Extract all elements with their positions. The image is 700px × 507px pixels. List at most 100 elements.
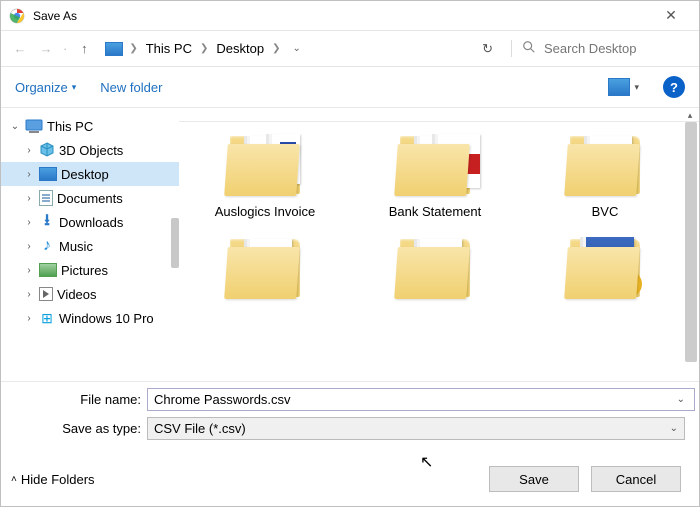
up-button[interactable]: ↑ (73, 38, 95, 60)
pictures-icon (39, 263, 57, 277)
folder-caption: Auslogics Invoice (215, 204, 315, 219)
folder-icon: PDF PDF (390, 130, 480, 200)
breadcrumb[interactable]: ❯ This PC ❯ Desktop ❯ ⌄ (105, 39, 470, 58)
hide-folders-button[interactable]: ˄ Hide Folders (11, 472, 95, 487)
folder-item[interactable]: PDF (195, 233, 335, 307)
filename-row: File name: ⌄ (55, 388, 685, 411)
breadcrumb-desktop[interactable]: Desktop (214, 39, 266, 58)
dialog-title: Save As (33, 9, 651, 23)
refresh-button[interactable]: ↻ (482, 41, 493, 57)
chevron-down-icon: ▾ (72, 82, 77, 93)
chevron-right-icon: ❯ (129, 43, 137, 54)
back-button[interactable]: ← (9, 38, 31, 60)
content-area: ⌄ This PC › 3D Objects › Desktop › (1, 107, 699, 382)
chevron-down-icon: ▾ (634, 82, 639, 93)
folder-item-bvc[interactable]: PDF BVC (535, 130, 675, 219)
tree-label: Desktop (61, 167, 109, 182)
tree-downloads[interactable]: › ⭳ Downloads (1, 210, 179, 234)
tree-3d-objects[interactable]: › 3D Objects (1, 138, 179, 162)
folder-item-bank-statement[interactable]: PDF PDF Bank Statement (365, 130, 505, 219)
titlebar: Save As ✕ (1, 1, 699, 31)
folder-caption: BVC (592, 204, 619, 219)
chevron-right-icon: › (23, 169, 35, 180)
chevron-right-icon: › (23, 145, 35, 156)
save-as-dialog: Save As ✕ ← → · ↑ ❯ This PC ❯ Desktop ❯ … (0, 0, 700, 507)
chevron-down-icon[interactable]: ⌄ (677, 394, 685, 405)
tree-windows-drive[interactable]: › ⊞ Windows 10 Pro (1, 306, 179, 330)
save-as-type-row: Save as type: CSV File (*.csv) ⌄ (55, 417, 685, 440)
help-button[interactable]: ? (663, 76, 685, 98)
desktop-icon (39, 167, 57, 181)
chevron-up-icon: ˄ (11, 474, 17, 485)
navbar: ← → · ↑ ❯ This PC ❯ Desktop ❯ ⌄ ↻ (1, 31, 699, 67)
nav-separator: · (63, 41, 67, 56)
organize-button[interactable]: Organize ▾ (15, 80, 76, 95)
documents-icon (39, 190, 53, 206)
tree-desktop[interactable]: › Desktop (1, 162, 179, 186)
search-box[interactable] (511, 40, 691, 57)
chevron-right-icon: › (23, 313, 35, 324)
tree-label: Music (59, 239, 93, 254)
cube-icon (39, 142, 55, 158)
tree-documents[interactable]: › Documents (1, 186, 179, 210)
folder-icon: PDF (560, 130, 650, 200)
folder-view-body: PDF Auslogics Invoice PDF PDF Bank State… (179, 122, 699, 381)
save-button[interactable]: Save (489, 466, 579, 492)
tree-videos[interactable]: › Videos (1, 282, 179, 306)
hide-folders-label: Hide Folders (21, 472, 95, 487)
save-as-type-select[interactable]: CSV File (*.csv) ⌄ (147, 417, 685, 440)
folder-item[interactable]: PDF (365, 233, 505, 307)
pc-icon (25, 118, 43, 134)
folder-item[interactable]: W (535, 233, 675, 307)
organize-label: Organize (15, 80, 68, 95)
search-icon (522, 40, 536, 57)
folder-view[interactable]: PDF Auslogics Invoice PDF PDF Bank State… (179, 108, 699, 381)
folder-item-auslogics[interactable]: PDF Auslogics Invoice (195, 130, 335, 219)
music-icon: ♪ (39, 238, 55, 254)
folder-icon: W (560, 233, 650, 303)
chevron-down-icon: ⌄ (9, 121, 21, 132)
close-button[interactable]: ✕ (651, 7, 691, 24)
footer: ˄ Hide Folders Save Cancel (1, 452, 699, 506)
forward-button[interactable]: → (35, 38, 57, 60)
save-as-type-label: Save as type: (55, 421, 141, 436)
new-folder-button[interactable]: New folder (100, 80, 162, 95)
folder-caption: Bank Statement (389, 204, 482, 219)
cancel-button[interactable]: Cancel (591, 466, 681, 492)
chevron-right-icon: › (23, 265, 35, 276)
folderview-scrollbar[interactable] (685, 122, 697, 362)
folder-icon: PDF (220, 233, 310, 303)
downloads-icon: ⭳ (39, 214, 55, 230)
chevron-right-icon: › (23, 289, 35, 300)
tree-label: Windows 10 Pro (59, 311, 154, 326)
tree-label: Pictures (61, 263, 108, 278)
tree-label: Downloads (59, 215, 123, 230)
filename-input[interactable] (147, 388, 695, 411)
folder-view-header (179, 108, 699, 122)
view-icon (608, 78, 630, 96)
tree-label: Documents (57, 191, 123, 206)
tree-music[interactable]: › ♪ Music (1, 234, 179, 258)
tree-this-pc[interactable]: ⌄ This PC (1, 114, 179, 138)
windows-icon: ⊞ (39, 310, 55, 326)
location-icon (105, 42, 123, 56)
chrome-icon (9, 8, 25, 24)
tree-label: Videos (57, 287, 97, 302)
navpane-scrollbar[interactable] (171, 218, 179, 268)
chevron-right-icon: › (23, 217, 35, 228)
scroll-up-icon[interactable]: ▴ (685, 110, 695, 121)
tree-label: This PC (47, 119, 93, 134)
breadcrumb-dropdown[interactable]: ⌄ (292, 43, 300, 54)
navigation-pane[interactable]: ⌄ This PC › 3D Objects › Desktop › (1, 108, 179, 381)
videos-icon (39, 287, 53, 301)
search-input[interactable] (542, 40, 682, 57)
view-options-button[interactable]: ▾ (608, 78, 639, 96)
breadcrumb-this-pc[interactable]: This PC (144, 39, 194, 58)
chevron-right-icon: ❯ (200, 43, 208, 54)
chevron-right-icon: ❯ (272, 43, 280, 54)
folder-icon: PDF (220, 130, 310, 200)
chevron-right-icon: › (23, 241, 35, 252)
tree-pictures[interactable]: › Pictures (1, 258, 179, 282)
save-fields: File name: ⌄ Save as type: CSV File (*.c… (1, 382, 699, 452)
toolbar: Organize ▾ New folder ▾ ? (1, 67, 699, 107)
